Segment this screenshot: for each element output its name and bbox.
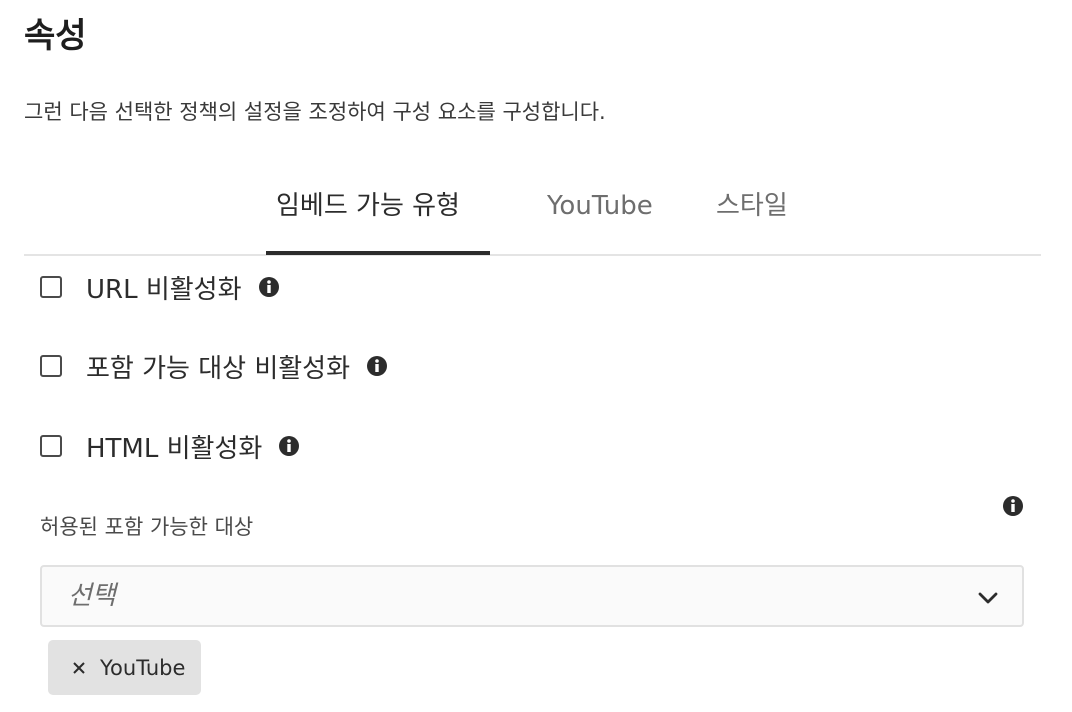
info-icon[interactable] [1002, 495, 1024, 517]
select-placeholder: 선택 [68, 581, 116, 611]
disable-html-checkbox[interactable] [40, 435, 62, 457]
tab-bar: 임베드 가능 유형 YouTube 스타일 [24, 180, 1041, 256]
chevron-down-icon[interactable] [976, 586, 1000, 610]
disable-url-checkbox[interactable] [40, 276, 62, 298]
info-icon[interactable] [366, 355, 388, 377]
close-icon[interactable] [70, 659, 88, 677]
disable-url-label: URL 비활성화 [86, 274, 242, 305]
active-tab-indicator [266, 251, 490, 255]
disable-embeddables-checkbox[interactable] [40, 355, 62, 377]
tab-styles[interactable]: 스타일 [716, 180, 788, 254]
section-title: 속성 [24, 16, 87, 56]
info-icon[interactable] [258, 276, 280, 298]
disable-html-label: HTML 비활성화 [86, 433, 263, 464]
option-disable-html: HTML 비활성화 [40, 426, 300, 466]
disable-embeddables-label: 포함 가능 대상 비활성화 [86, 353, 350, 384]
selected-tag-youtube: YouTube [48, 640, 201, 695]
tab-youtube[interactable]: YouTube [547, 180, 653, 254]
option-disable-embeddables: 포함 가능 대상 비활성화 [40, 346, 388, 386]
section-description: 그런 다음 선택한 정책의 설정을 조정하여 구성 요소를 구성합니다. [24, 100, 606, 124]
tag-label: YouTube [100, 655, 186, 680]
allowed-embeddables-label: 허용된 포함 가능한 대상 [40, 515, 254, 539]
option-disable-url: URL 비활성화 [40, 267, 280, 307]
tab-embeddable-types[interactable]: 임베드 가능 유형 [276, 180, 460, 254]
info-icon[interactable] [278, 435, 300, 457]
allowed-embeddables-select[interactable]: 선택 [40, 565, 1024, 627]
